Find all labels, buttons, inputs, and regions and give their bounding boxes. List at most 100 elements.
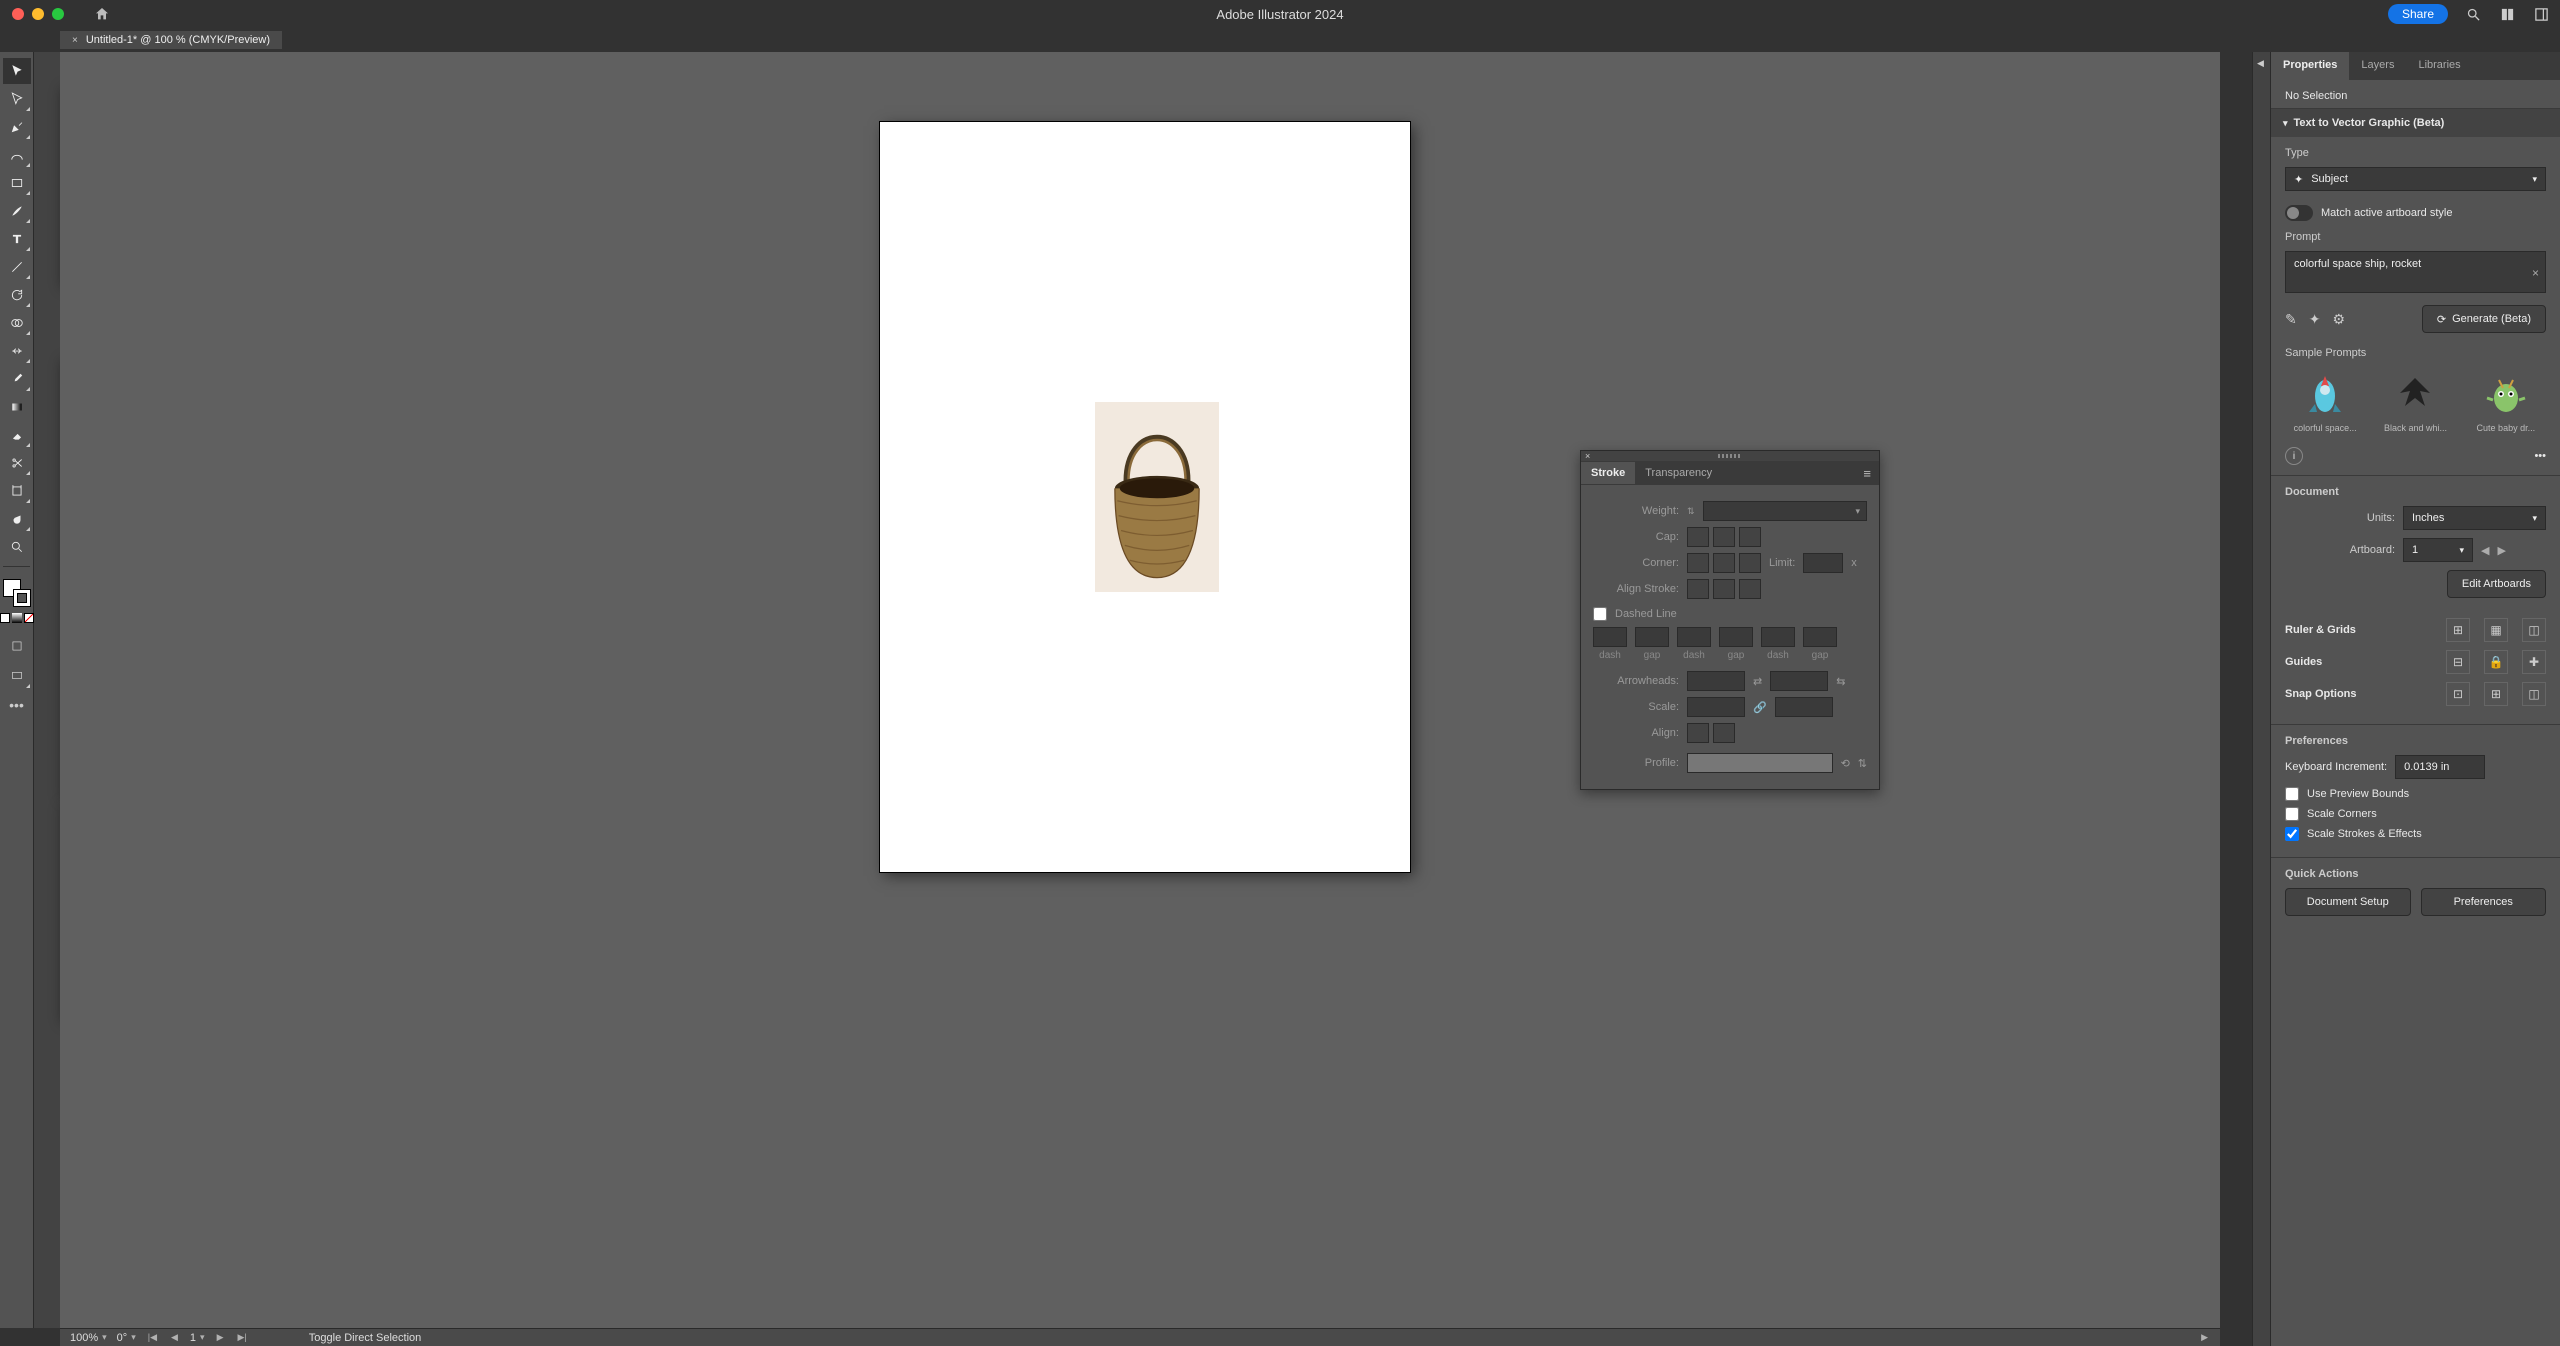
edit-artboards-button[interactable]: Edit Artboards: [2447, 570, 2546, 598]
sample-prompt-2[interactable]: Black and whi...: [2375, 367, 2455, 433]
draw-normal-icon[interactable]: [3, 633, 31, 659]
cap-round-icon[interactable]: [1713, 527, 1735, 547]
limit-input[interactable]: [1803, 553, 1843, 573]
gap-2-input[interactable]: [1719, 627, 1753, 647]
tab-properties[interactable]: Properties: [2271, 52, 2349, 80]
scale-link-icon[interactable]: 🔗: [1753, 701, 1767, 714]
arrow-start-input[interactable]: [1687, 671, 1745, 691]
prev-artboard-icon[interactable]: ◀: [169, 1332, 180, 1343]
align-center-icon[interactable]: [1687, 579, 1709, 599]
corner-bevel-icon[interactable]: [1739, 553, 1761, 573]
artboard-tool[interactable]: [3, 478, 31, 504]
right-collapse-strip[interactable]: [2252, 52, 2270, 1346]
corner-miter-icon[interactable]: [1687, 553, 1709, 573]
search-icon[interactable]: [2464, 5, 2482, 23]
edit-toolbar-icon[interactable]: •••: [9, 697, 24, 713]
weight-input[interactable]: ▾: [1703, 501, 1867, 521]
eyedropper-tool[interactable]: [3, 366, 31, 392]
paintbrush-tool[interactable]: [3, 198, 31, 224]
last-artboard-icon[interactable]: ▶|: [236, 1332, 249, 1343]
home-icon[interactable]: [94, 6, 110, 22]
artboard-dropdown[interactable]: 1▾: [2403, 538, 2473, 562]
arrow-align-1-icon[interactable]: [1687, 723, 1709, 743]
scale-corners-checkbox[interactable]: [2285, 807, 2299, 821]
smart-guides-icon[interactable]: ✚: [2522, 650, 2546, 674]
screen-mode-icon[interactable]: [3, 663, 31, 689]
tab-transparency[interactable]: Transparency: [1635, 462, 1722, 484]
lightbulb-icon[interactable]: ✦: [2309, 311, 2321, 328]
gradient-tool[interactable]: [3, 394, 31, 420]
tab-layers[interactable]: Layers: [2349, 52, 2406, 80]
zoom-tool[interactable]: [3, 534, 31, 560]
snap-point-icon[interactable]: ⊡: [2446, 682, 2470, 706]
workspace-switcher-icon[interactable]: [2532, 5, 2550, 23]
canvas-area[interactable]: [60, 52, 2220, 1328]
scissors-tool[interactable]: [3, 450, 31, 476]
minimize-window-icon[interactable]: [32, 8, 44, 20]
prompt-textarea[interactable]: colorful space ship, rocket ×: [2285, 251, 2546, 293]
artboard-nav-select[interactable]: 1▾: [190, 1332, 205, 1344]
type-dropdown[interactable]: ✦Subject ▾: [2285, 167, 2546, 191]
generate-button[interactable]: ⟳Generate (Beta): [2422, 305, 2546, 333]
arrange-documents-icon[interactable]: [2498, 5, 2516, 23]
flip-profile-icon[interactable]: ⟲: [1841, 757, 1850, 770]
clear-prompt-icon[interactable]: ×: [2532, 266, 2539, 280]
pen-tool[interactable]: [3, 114, 31, 140]
profile-input[interactable]: [1687, 753, 1833, 773]
units-dropdown[interactable]: Inches▾: [2403, 506, 2546, 530]
flip-profile-2-icon[interactable]: ⇅: [1858, 757, 1867, 770]
fill-stroke-swatches[interactable]: [3, 579, 31, 607]
dash-2-input[interactable]: [1677, 627, 1711, 647]
color-mode-icon[interactable]: [0, 613, 10, 623]
close-tab-icon[interactable]: ×: [72, 35, 78, 46]
preferences-button[interactable]: Preferences: [2421, 888, 2547, 916]
next-artboard-icon[interactable]: ▶: [2497, 544, 2505, 557]
panel-column-strip[interactable]: [34, 52, 60, 1328]
sample-prompt-3[interactable]: Cute baby dr...: [2466, 367, 2546, 433]
direct-selection-tool[interactable]: [3, 86, 31, 112]
gradient-mode-icon[interactable]: [12, 613, 22, 623]
lock-guides-icon[interactable]: 🔒: [2484, 650, 2508, 674]
corner-round-icon[interactable]: [1713, 553, 1735, 573]
zoom-select[interactable]: 100%▾: [70, 1332, 107, 1344]
cap-projecting-icon[interactable]: [1739, 527, 1761, 547]
dash-3-input[interactable]: [1761, 627, 1795, 647]
eraser-tool[interactable]: [3, 422, 31, 448]
transparency-grid-icon[interactable]: ◫: [2522, 618, 2546, 642]
curvature-tool[interactable]: [3, 142, 31, 168]
close-window-icon[interactable]: [12, 8, 24, 20]
rectangle-tool[interactable]: [3, 170, 31, 196]
sample-prompt-1[interactable]: colorful space...: [2285, 367, 2365, 433]
share-button[interactable]: Share: [2388, 4, 2448, 24]
first-artboard-icon[interactable]: |◀: [146, 1332, 159, 1343]
dash-1-input[interactable]: [1593, 627, 1627, 647]
keyboard-inc-input[interactable]: 0.0139 in: [2395, 755, 2485, 779]
arrow-align-2-icon[interactable]: [1713, 723, 1735, 743]
gear-icon[interactable]: ⚙: [2332, 311, 2345, 328]
swap-arrows-icon[interactable]: ⇄: [1753, 675, 1762, 688]
panel-drag-bar[interactable]: ×: [1581, 451, 1879, 461]
panel-menu-icon[interactable]: ≡: [1855, 466, 1879, 481]
hand-tool[interactable]: [3, 506, 31, 532]
match-style-toggle[interactable]: [2285, 205, 2313, 221]
grid-icon[interactable]: ▦: [2484, 618, 2508, 642]
none-mode-icon[interactable]: [24, 613, 34, 623]
placed-image[interactable]: [1095, 402, 1219, 592]
selection-tool[interactable]: [3, 58, 31, 84]
dashed-line-checkbox[interactable]: [1593, 607, 1607, 621]
show-guides-icon[interactable]: ⊟: [2446, 650, 2470, 674]
line-segment-tool[interactable]: [3, 254, 31, 280]
type-tool[interactable]: [3, 226, 31, 252]
shape-builder-tool[interactable]: [3, 310, 31, 336]
maximize-window-icon[interactable]: [52, 8, 64, 20]
width-tool[interactable]: [3, 338, 31, 364]
scale-start-input[interactable]: [1687, 697, 1745, 717]
align-inside-icon[interactable]: [1713, 579, 1735, 599]
rotate-select[interactable]: 0°▾: [117, 1332, 136, 1344]
style-picker-icon[interactable]: ✎: [2285, 311, 2297, 328]
tab-libraries[interactable]: Libraries: [2406, 52, 2472, 80]
document-setup-button[interactable]: Document Setup: [2285, 888, 2411, 916]
gap-3-input[interactable]: [1803, 627, 1837, 647]
t2v-section-header[interactable]: ▾ Text to Vector Graphic (Beta): [2271, 109, 2560, 137]
next-artboard-icon[interactable]: ▶: [215, 1332, 226, 1343]
